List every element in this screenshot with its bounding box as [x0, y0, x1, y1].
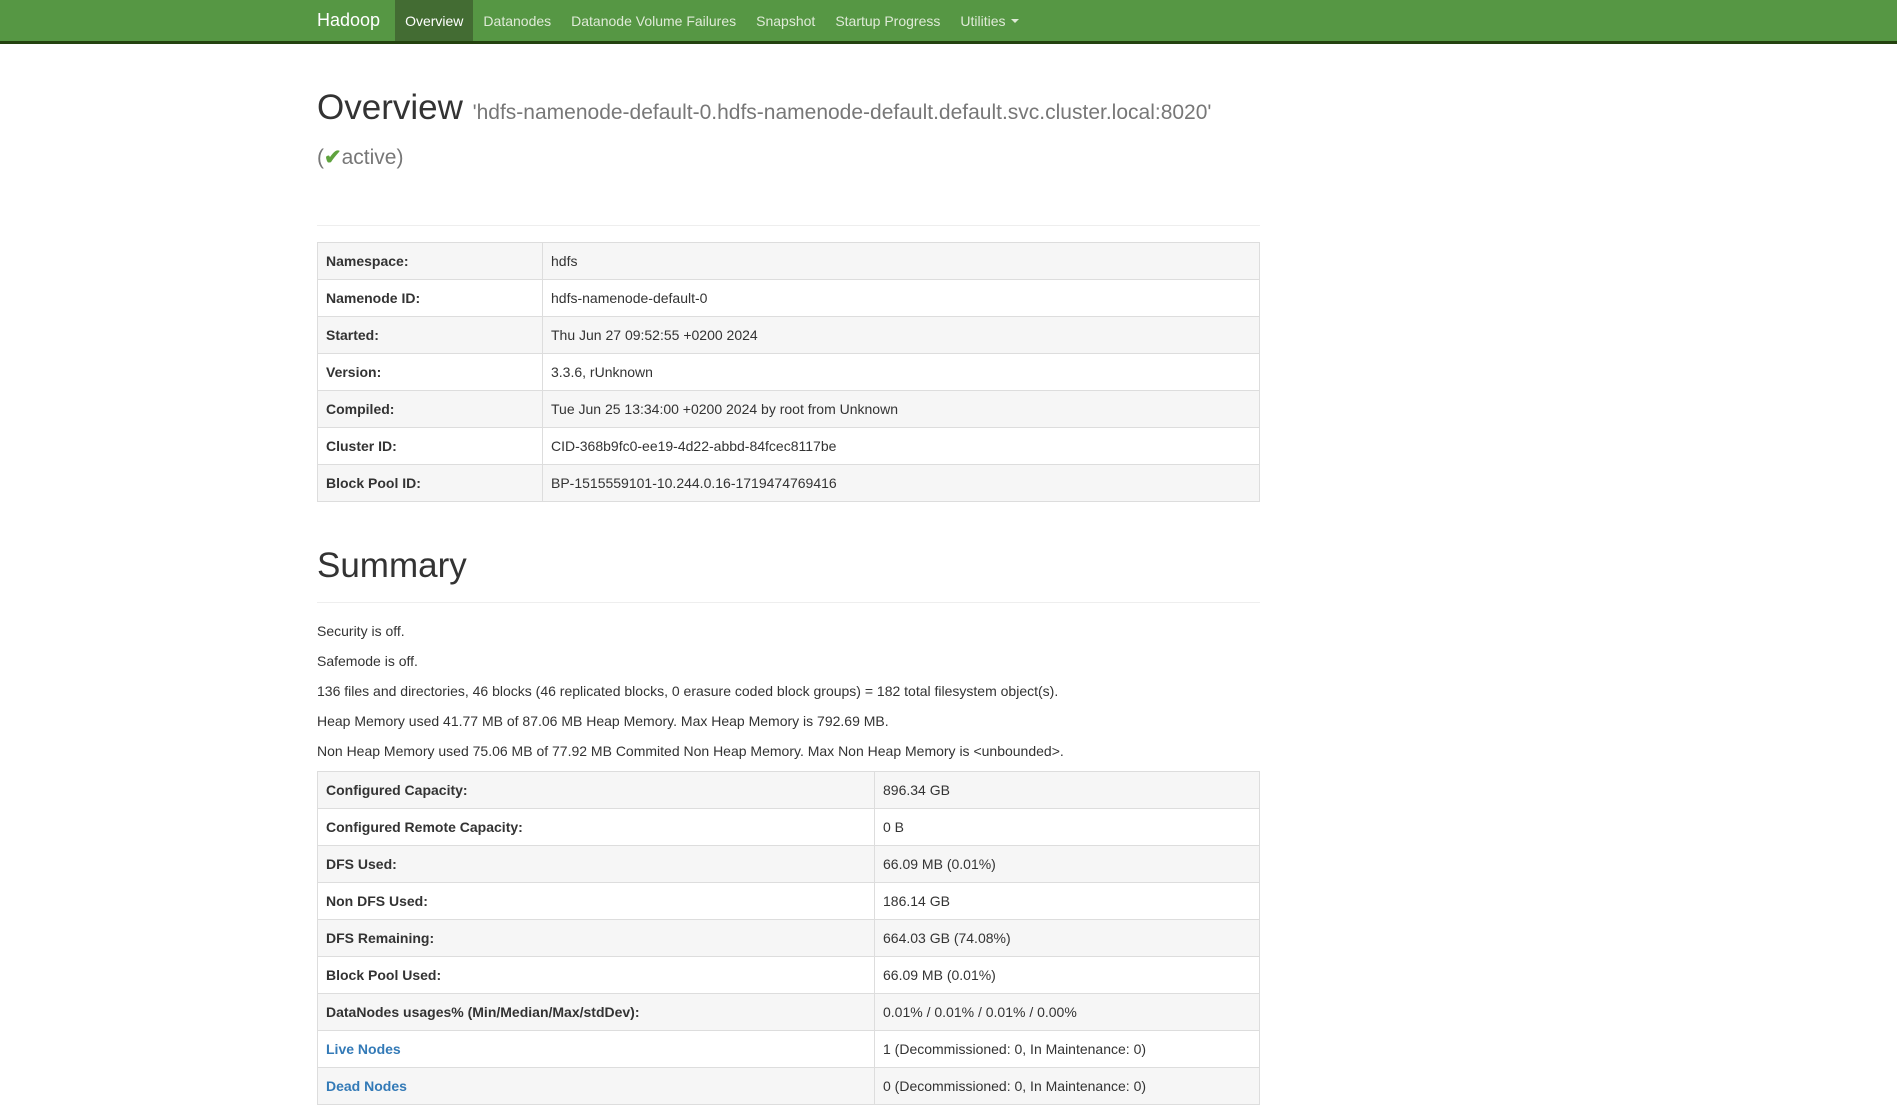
namenode-status: (✔active): [317, 140, 403, 176]
page-title-text: Overview: [317, 88, 463, 127]
summary-paragraphs: Security is off. Safemode is off. 136 file…: [317, 621, 1260, 761]
info-value: BP-1515559101-10.244.0.16-1719474769416: [543, 465, 1260, 502]
summary-row-live-nodes: Live Nodes 1 (Decommissioned: 0, In Maint…: [318, 1031, 1260, 1068]
caret-down-icon: [1011, 19, 1019, 23]
summary-row-configured-capacity: Configured Capacity:896.34 GB: [318, 772, 1260, 809]
nav-item-utilities[interactable]: Utilities: [950, 0, 1028, 41]
info-label: Cluster ID:: [318, 428, 543, 465]
summary-row-dfs-remaining: DFS Remaining:664.03 GB (74.08%): [318, 920, 1260, 957]
summary-divider: [317, 602, 1260, 603]
nav-item-snapshot[interactable]: Snapshot: [746, 0, 825, 41]
summary-value: 0.01% / 0.01% / 0.01% / 0.00%: [875, 994, 1260, 1031]
top-navbar: Hadoop Overview Datanodes Datanode Volume …: [0, 0, 1897, 44]
info-label: Started:: [318, 317, 543, 354]
info-row-started: Started:Thu Jun 27 09:52:55 +0200 2024: [318, 317, 1260, 354]
summary-row-dfs-used: DFS Used:66.09 MB (0.01%): [318, 846, 1260, 883]
summary-table: Configured Capacity:896.34 GBConfigured …: [317, 771, 1260, 1105]
info-value: hdfs-namenode-default-0: [543, 280, 1260, 317]
summary-label: DFS Remaining:: [318, 920, 875, 957]
summary-label: Live Nodes: [318, 1031, 875, 1068]
summary-value: 66.09 MB (0.01%): [875, 957, 1260, 994]
info-value: 3.3.6, rUnknown: [543, 354, 1260, 391]
summary-label: DataNodes usages% (Min/Median/Max/stdDev…: [318, 994, 875, 1031]
summary-label: Configured Capacity:: [318, 772, 875, 809]
summary-value: 0 B: [875, 809, 1260, 846]
summary-value: 186.14 GB: [875, 883, 1260, 920]
summary-row-dead-nodes: Dead Nodes 0 (Decommissioned: 0, In Maint…: [318, 1068, 1260, 1105]
summary-row-non-dfs-used: Non DFS Used:186.14 GB: [318, 883, 1260, 920]
nav-item-startup-progress[interactable]: Startup Progress: [825, 0, 950, 41]
summary-title: Summary: [317, 546, 1260, 586]
info-row-cluster-id: Cluster ID:CID-368b9fc0-ee19-4d22-abbd-8…: [318, 428, 1260, 465]
info-value: hdfs: [543, 243, 1260, 280]
info-row-block-pool-id: Block Pool ID:BP-1515559101-10.244.0.16-…: [318, 465, 1260, 502]
summary-value: 1 (Decommissioned: 0, In Maintenance: 0): [875, 1031, 1260, 1068]
summary-paragraph-3: 136 files and directories, 46 blocks (46…: [317, 681, 1260, 701]
summary-label: Block Pool Used:: [318, 957, 875, 994]
namenode-host: 'hdfs-namenode-default-0.hdfs-namenode-d…: [473, 101, 1212, 124]
nav-item-overview[interactable]: Overview: [395, 0, 473, 41]
summary-value: 66.09 MB (0.01%): [875, 846, 1260, 883]
nav-item-label: Snapshot: [756, 13, 815, 29]
info-value: CID-368b9fc0-ee19-4d22-abbd-84fcec8117be: [543, 428, 1260, 465]
nav-item-label: Datanodes: [483, 13, 551, 29]
summary-label: Configured Remote Capacity:: [318, 809, 875, 846]
summary-label: Dead Nodes: [318, 1068, 875, 1105]
nav-item-label: Overview: [405, 13, 463, 29]
page-title: Overview 'hdfs-namenode-default-0.hdfs-n…: [317, 88, 1260, 176]
nav-item-datanodes[interactable]: Datanodes: [473, 0, 561, 41]
summary-label: Non DFS Used:: [318, 883, 875, 920]
info-label: Namenode ID:: [318, 280, 543, 317]
summary-paragraph-2: Safemode is off.: [317, 651, 1260, 671]
info-row-compiled: Compiled:Tue Jun 25 13:34:00 +0200 2024 …: [318, 391, 1260, 428]
summary-paragraph-5: Non Heap Memory used 75.06 MB of 77.92 M…: [317, 741, 1260, 761]
info-value: Tue Jun 25 13:34:00 +0200 2024 by root f…: [543, 391, 1260, 428]
info-label: Namespace:: [318, 243, 543, 280]
nav-item-label: Utilities: [960, 13, 1005, 29]
check-icon: ✔: [324, 146, 342, 169]
main-content: Overview 'hdfs-namenode-default-0.hdfs-n…: [317, 88, 1260, 1105]
nav-item-datanode-volume-failures[interactable]: Datanode Volume Failures: [561, 0, 746, 41]
namenode-info-table: Namespace:hdfsNamenode ID:hdfs-namenode-…: [317, 242, 1260, 502]
title-divider: [317, 225, 1260, 226]
summary-row-datanodes-usages-min-median-max-stddev: DataNodes usages% (Min/Median/Max/stdDev…: [318, 994, 1260, 1031]
nav-item-label: Startup Progress: [835, 13, 940, 29]
info-row-namespace: Namespace:hdfs: [318, 243, 1260, 280]
navbar-items: Overview Datanodes Datanode Volume Failure…: [395, 0, 1028, 41]
info-row-version: Version:3.3.6, rUnknown: [318, 354, 1260, 391]
info-label: Block Pool ID:: [318, 465, 543, 502]
summary-label: DFS Used:: [318, 846, 875, 883]
nav-item-label: Datanode Volume Failures: [571, 13, 736, 29]
info-label: Compiled:: [318, 391, 543, 428]
live-nodes-link[interactable]: Live Nodes: [326, 1041, 401, 1057]
summary-paragraph-4: Heap Memory used 41.77 MB of 87.06 MB He…: [317, 711, 1260, 731]
brand-hadoop[interactable]: Hadoop: [302, 0, 395, 41]
info-label: Version:: [318, 354, 543, 391]
summary-value: 0 (Decommissioned: 0, In Maintenance: 0): [875, 1068, 1260, 1105]
summary-value: 896.34 GB: [875, 772, 1260, 809]
summary-value: 664.03 GB (74.08%): [875, 920, 1260, 957]
dead-nodes-link[interactable]: Dead Nodes: [326, 1078, 407, 1094]
summary-paragraph-1: Security is off.: [317, 621, 1260, 641]
info-row-namenode-id: Namenode ID:hdfs-namenode-default-0: [318, 280, 1260, 317]
summary-row-block-pool-used: Block Pool Used:66.09 MB (0.01%): [318, 957, 1260, 994]
info-value: Thu Jun 27 09:52:55 +0200 2024: [543, 317, 1260, 354]
summary-row-configured-remote-capacity: Configured Remote Capacity:0 B: [318, 809, 1260, 846]
